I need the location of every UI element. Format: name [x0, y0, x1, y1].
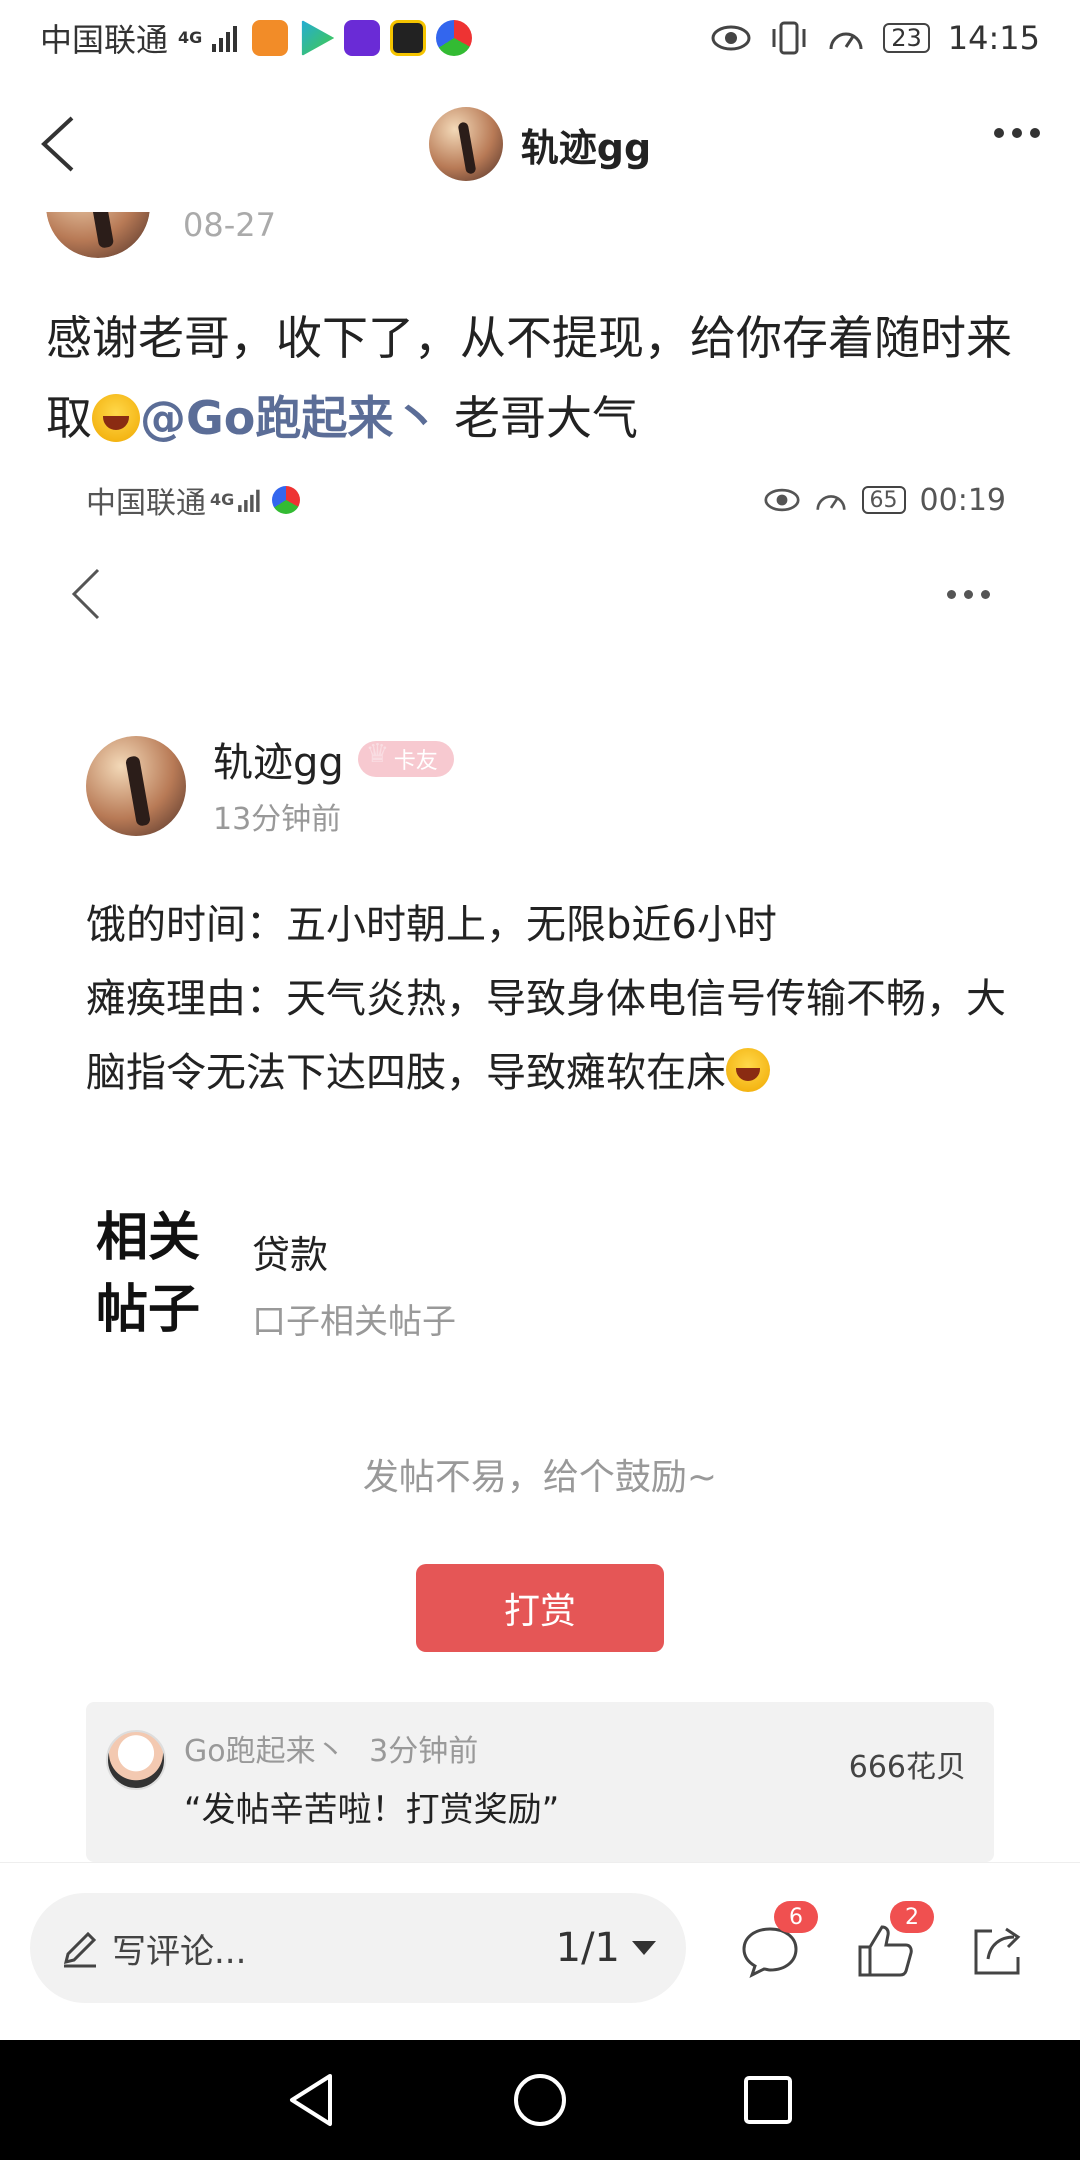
more-options-icon — [947, 590, 990, 599]
top-app-bar: 轨迹gg — [0, 76, 1080, 212]
carrier-label: 中国联通 — [40, 21, 169, 59]
eye-icon — [763, 488, 800, 512]
page-selector[interactable]: 1/1 — [556, 1925, 656, 1971]
body-line-1: 饿的时间：五小时朝上，无限b近6小时 — [86, 902, 777, 948]
system-navigation-bar — [0, 2040, 1080, 2160]
like-count-badge: 2 — [890, 1901, 934, 1933]
related-post-link: 口子相关帖子 — [252, 1302, 456, 1342]
screenshot-post-body: 饿的时间：五小时朝上，无限b近6小时 瘫痪理由：天气炎热，导致身体电信号传输不畅… — [86, 888, 1006, 1110]
comment-placeholder: 写评论... — [112, 1931, 247, 1972]
related-tag: 贷款 — [252, 1233, 329, 1277]
bottom-action-bar: 写评论... 1/1 6 2 — [0, 1862, 1080, 2040]
tipper-info: Go跑起来丶 3分钟前 — [184, 1726, 478, 1770]
vibrate-icon — [772, 21, 806, 55]
share-icon — [974, 1927, 1021, 1975]
video-app-icon — [344, 20, 381, 56]
member-badge: 卡友 — [357, 739, 454, 777]
tip-message: “发帖辛苦啦！打赏奖励” — [184, 1790, 560, 1830]
back-arrow-icon[interactable] — [28, 112, 88, 176]
author-name: 轨迹gg — [213, 740, 344, 786]
post-content: 感谢老哥，收下了，从不提现，给你存着随时来取 @Go跑起来丶 老哥大气 — [46, 298, 1046, 458]
signal-icon — [212, 26, 238, 52]
tipper-name: Go跑起来丶 — [184, 1734, 346, 1769]
header-avatar[interactable] — [428, 107, 503, 181]
tip-button: 打赏 — [416, 1564, 664, 1652]
laughing-emoji-icon — [726, 1048, 770, 1092]
screenshot-battery: 65 — [861, 486, 906, 514]
play-icon — [301, 20, 335, 56]
network-label: 4G — [178, 28, 203, 47]
page-indicator: 1/1 — [555, 1925, 620, 1971]
share-button[interactable] — [968, 1923, 1032, 1983]
tip-time: 3分钟前 — [369, 1734, 479, 1769]
nav-back-icon[interactable] — [276, 2064, 348, 2136]
post-text-part2: 老哥大气 — [453, 391, 638, 445]
user-mention-link[interactable]: @Go跑起来丶 — [140, 391, 439, 445]
tipper-avatar — [106, 1730, 166, 1790]
related-posts-section: 相关帖子 — [96, 1202, 216, 1346]
comment-button[interactable]: 6 — [740, 1901, 818, 1983]
browser-icon — [436, 20, 473, 56]
embedded-screenshot-image[interactable]: 中国联通 4G 65 00:19 轨迹gg 卡友 13分钟前 饿的时间：五小时朝… — [0, 458, 1080, 1862]
comment-count-badge: 6 — [774, 1901, 818, 1933]
eye-icon — [711, 25, 751, 51]
page-title[interactable]: 轨迹gg — [521, 117, 651, 172]
related-posts-title: 相关帖子 — [96, 1207, 201, 1340]
nav-recents-icon[interactable] — [732, 2064, 804, 2136]
screenshot-network: 4G — [210, 490, 235, 509]
uc-browser-icon — [252, 20, 289, 56]
battery-indicator: 23 — [883, 23, 930, 53]
back-arrow-icon — [71, 568, 100, 620]
like-button[interactable]: 2 — [856, 1901, 934, 1983]
status-bar: 中国联通 4G 23 14:15 — [0, 0, 1080, 76]
signal-icon — [238, 489, 260, 512]
tip-record-card: Go跑起来丶 3分钟前 “发帖辛苦啦！打赏奖励” 666花贝 — [86, 1702, 994, 1862]
more-options-icon[interactable] — [994, 128, 1040, 138]
author-avatar — [86, 736, 186, 836]
nav-home-icon[interactable] — [504, 2064, 576, 2136]
screenshot-clock: 00:19 — [919, 482, 1006, 518]
author-name-row: 轨迹gg 卡友 — [213, 730, 454, 788]
dropdown-triangle-icon — [632, 1941, 656, 1955]
browser-icon — [272, 486, 301, 514]
pencil-icon — [63, 1931, 97, 1968]
post-time: 13分钟前 — [213, 802, 342, 837]
body-line-2: 瘫痪理由：天气炎热，导致身体电信号传输不畅，大脑指令无法下达四肢，导致瘫软在床 — [86, 976, 1006, 1096]
screenshot-status-bar: 中国联通 4G 65 00:19 — [86, 478, 1006, 522]
comment-input[interactable]: 写评论... 1/1 — [30, 1893, 686, 2003]
screenshot-carrier: 中国联通 — [86, 486, 206, 521]
g-app-icon — [390, 20, 427, 56]
speed-icon — [829, 32, 863, 50]
encourage-text: 发帖不易，给个鼓励~ — [362, 1457, 718, 1498]
laughing-emoji-icon — [92, 394, 140, 442]
tip-amount: 666花贝 — [848, 1750, 966, 1785]
speed-icon — [815, 495, 846, 510]
clock: 14:15 — [947, 19, 1040, 57]
